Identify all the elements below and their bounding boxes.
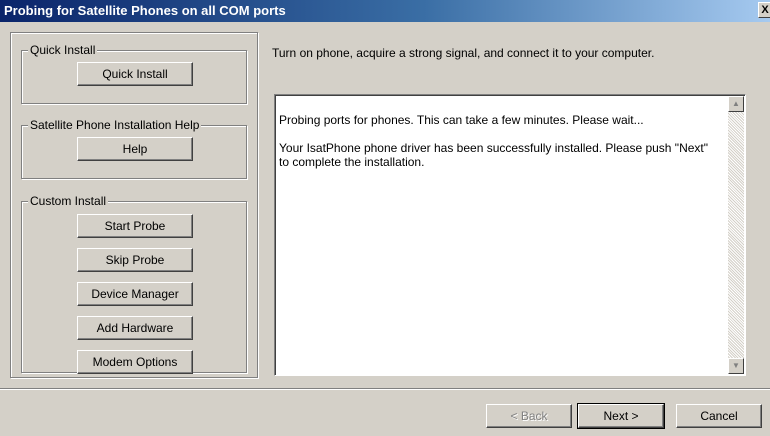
- help-button[interactable]: Help: [77, 137, 193, 161]
- quick-install-group: Quick Install Quick Install: [21, 43, 247, 104]
- quick-install-button[interactable]: Quick Install: [77, 62, 193, 86]
- close-button[interactable]: X: [758, 2, 770, 18]
- log-line-probing: Probing ports for phones. This can take …: [279, 113, 644, 127]
- skip-probe-button[interactable]: Skip Probe: [77, 248, 193, 272]
- status-log[interactable]: Probing ports for phones. This can take …: [274, 94, 746, 376]
- help-group-label: Satellite Phone Installation Help: [28, 118, 202, 132]
- scroll-up-arrow-icon[interactable]: ▲: [728, 96, 744, 112]
- custom-install-group-label: Custom Install: [28, 194, 109, 208]
- window-title: Probing for Satellite Phones on all COM …: [4, 3, 286, 18]
- title-bar: Probing for Satellite Phones on all COM …: [0, 0, 770, 22]
- footer-separator: [0, 388, 770, 390]
- scroll-down-arrow-icon[interactable]: ▼: [728, 358, 744, 374]
- help-group: Satellite Phone Installation Help Help: [21, 118, 247, 179]
- log-line-success: Your IsatPhone phone driver has been suc…: [279, 141, 708, 169]
- add-hardware-button[interactable]: Add Hardware: [77, 316, 193, 340]
- instruction-text: Turn on phone, acquire a strong signal, …: [272, 46, 655, 60]
- cancel-button[interactable]: Cancel: [676, 404, 762, 428]
- device-manager-button[interactable]: Device Manager: [77, 282, 193, 306]
- start-probe-button[interactable]: Start Probe: [77, 214, 193, 238]
- log-content: Probing ports for phones. This can take …: [279, 113, 719, 183]
- back-button[interactable]: < Back: [486, 404, 572, 428]
- log-scrollbar[interactable]: ▲ ▼: [728, 96, 744, 374]
- quick-install-group-label: Quick Install: [28, 43, 98, 57]
- modem-options-button[interactable]: Modem Options: [77, 350, 193, 374]
- left-panel: Quick Install Quick Install Satellite Ph…: [10, 32, 258, 378]
- custom-install-group: Custom Install Start Probe Skip Probe De…: [21, 194, 247, 374]
- next-button[interactable]: Next >: [577, 403, 665, 429]
